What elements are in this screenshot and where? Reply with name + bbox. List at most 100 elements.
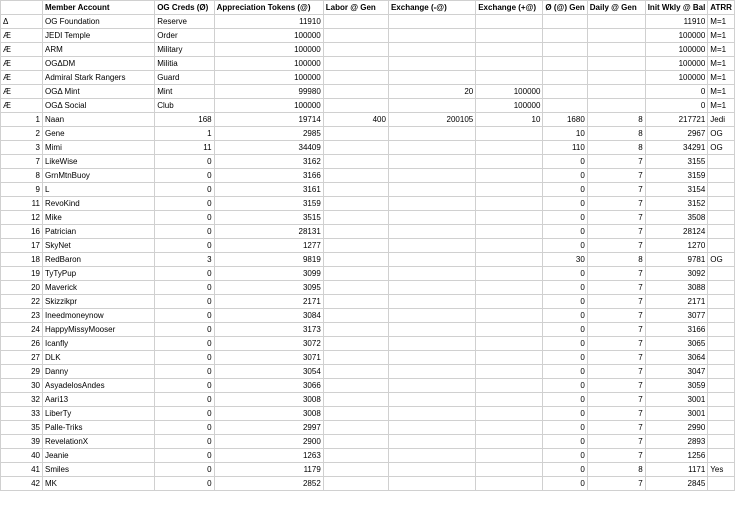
cell-exchange-minus[interactable] xyxy=(387,350,477,365)
cell-member-account[interactable]: Maverick xyxy=(41,280,156,295)
cell-og-creds[interactable]: Club xyxy=(154,98,215,113)
cell-daily-gen[interactable]: 8 xyxy=(586,112,646,127)
cell-og-creds[interactable]: 0 xyxy=(154,392,215,407)
cell-appreciation-tokens[interactable]: 1263 xyxy=(213,448,324,463)
cell-init-wkly-bal[interactable]: 2171 xyxy=(644,294,709,309)
cell-init-wkly-bal[interactable]: 3047 xyxy=(644,364,709,379)
cell-member-account[interactable]: RevoKind xyxy=(41,196,156,211)
cell-atrr[interactable]: OG xyxy=(707,140,735,155)
cell-member-account[interactable]: Jeanie xyxy=(41,448,156,463)
cell-member-account[interactable]: OGΔDM xyxy=(41,56,156,71)
cell-daily-gen[interactable]: 7 xyxy=(586,308,646,323)
cell-daily-gen[interactable] xyxy=(586,28,646,43)
cell-daily-gen[interactable]: 7 xyxy=(586,420,646,435)
cell-og-creds[interactable]: 1 xyxy=(154,126,215,141)
cell-o-gen[interactable]: 1680 xyxy=(542,112,588,127)
cell-o-gen[interactable]: 0 xyxy=(542,406,588,421)
cell-exchange-minus[interactable] xyxy=(387,266,477,281)
cell-exchange-minus[interactable]: 200105 xyxy=(387,112,477,127)
cell-member-account[interactable]: Gene xyxy=(41,126,156,141)
cell-exchange-minus[interactable] xyxy=(387,28,477,43)
header-exchange-plus[interactable]: Exchange (+@) xyxy=(475,0,544,15)
cell-exchange-plus[interactable] xyxy=(475,224,544,239)
cell-labor-gen[interactable] xyxy=(322,392,389,407)
cell-atrr[interactable]: M=1 xyxy=(707,70,735,85)
cell-member-account[interactable]: SkyNet xyxy=(41,238,156,253)
cell-appreciation-tokens[interactable]: 3084 xyxy=(213,308,324,323)
cell-atrr[interactable] xyxy=(707,350,735,365)
cell-exchange-minus[interactable] xyxy=(387,336,477,351)
cell-appreciation-tokens[interactable]: 100000 xyxy=(213,56,324,71)
cell-o-gen[interactable] xyxy=(542,70,588,85)
cell-appreciation-tokens[interactable]: 2997 xyxy=(213,420,324,435)
cell-daily-gen[interactable] xyxy=(586,70,646,85)
cell-daily-gen[interactable]: 8 xyxy=(586,140,646,155)
cell-member-account[interactable]: Palle-Triks xyxy=(41,420,156,435)
cell-o-gen[interactable] xyxy=(542,14,588,29)
cell-exchange-plus[interactable] xyxy=(475,28,544,43)
header-og-creds[interactable]: OG Creds (Ø) xyxy=(154,0,215,15)
cell-exchange-plus[interactable] xyxy=(475,308,544,323)
cell-appreciation-tokens[interactable]: 11910 xyxy=(213,14,324,29)
cell-daily-gen[interactable]: 7 xyxy=(586,196,646,211)
cell-init-wkly-bal[interactable]: 3508 xyxy=(644,210,709,225)
cell-labor-gen[interactable] xyxy=(322,98,389,113)
cell-labor-gen[interactable] xyxy=(322,406,389,421)
cell-o-gen[interactable]: 0 xyxy=(542,238,588,253)
cell-daily-gen[interactable]: 8 xyxy=(586,462,646,477)
cell-member-account[interactable]: ARM xyxy=(41,42,156,57)
cell-o-gen[interactable]: 0 xyxy=(542,322,588,337)
cell-atrr[interactable] xyxy=(707,336,735,351)
cell-member-account[interactable]: Skizzikpr xyxy=(41,294,156,309)
cell-init-wkly-bal[interactable]: 2845 xyxy=(644,476,709,491)
cell-atrr[interactable] xyxy=(707,406,735,421)
cell-exchange-plus[interactable] xyxy=(475,350,544,365)
cell-appreciation-tokens[interactable]: 2852 xyxy=(213,476,324,491)
cell-og-creds[interactable]: 0 xyxy=(154,364,215,379)
cell-atrr[interactable]: M=1 xyxy=(707,14,735,29)
cell-member-account[interactable]: Admiral Stark Rangers xyxy=(41,70,156,85)
cell-og-creds[interactable]: 0 xyxy=(154,196,215,211)
cell-row-index[interactable]: 32 xyxy=(0,392,43,407)
cell-exchange-minus[interactable] xyxy=(387,140,477,155)
cell-init-wkly-bal[interactable]: 100000 xyxy=(644,70,709,85)
cell-row-index[interactable]: 17 xyxy=(0,238,43,253)
cell-atrr[interactable]: Jedi xyxy=(707,112,735,127)
cell-o-gen[interactable] xyxy=(542,84,588,99)
cell-init-wkly-bal[interactable]: 100000 xyxy=(644,56,709,71)
cell-exchange-plus[interactable] xyxy=(475,126,544,141)
cell-exchange-plus[interactable] xyxy=(475,378,544,393)
cell-o-gen[interactable]: 0 xyxy=(542,210,588,225)
cell-labor-gen[interactable]: 400 xyxy=(322,112,389,127)
cell-exchange-plus[interactable] xyxy=(475,294,544,309)
cell-atrr[interactable] xyxy=(707,168,735,183)
cell-appreciation-tokens[interactable]: 3515 xyxy=(213,210,324,225)
cell-atrr[interactable] xyxy=(707,476,735,491)
cell-labor-gen[interactable] xyxy=(322,252,389,267)
cell-labor-gen[interactable] xyxy=(322,364,389,379)
cell-atrr[interactable] xyxy=(707,294,735,309)
cell-init-wkly-bal[interactable]: 3088 xyxy=(644,280,709,295)
cell-atrr[interactable]: OG xyxy=(707,126,735,141)
cell-appreciation-tokens[interactable]: 3008 xyxy=(213,406,324,421)
cell-appreciation-tokens[interactable]: 3072 xyxy=(213,336,324,351)
cell-member-account[interactable]: MK xyxy=(41,476,156,491)
cell-o-gen[interactable]: 0 xyxy=(542,364,588,379)
cell-init-wkly-bal[interactable]: 3064 xyxy=(644,350,709,365)
cell-labor-gen[interactable] xyxy=(322,28,389,43)
cell-o-gen[interactable] xyxy=(542,42,588,57)
cell-exchange-minus[interactable] xyxy=(387,420,477,435)
cell-atrr[interactable] xyxy=(707,224,735,239)
cell-atrr[interactable] xyxy=(707,238,735,253)
cell-row-index[interactable]: 3 xyxy=(0,140,43,155)
cell-atrr[interactable] xyxy=(707,280,735,295)
cell-labor-gen[interactable] xyxy=(322,266,389,281)
cell-exchange-minus[interactable] xyxy=(387,98,477,113)
cell-og-creds[interactable]: 0 xyxy=(154,238,215,253)
cell-appreciation-tokens[interactable]: 3008 xyxy=(213,392,324,407)
cell-appreciation-tokens[interactable]: 100000 xyxy=(213,28,324,43)
cell-row-index[interactable]: 2 xyxy=(0,126,43,141)
cell-exchange-minus[interactable] xyxy=(387,252,477,267)
cell-exchange-plus[interactable] xyxy=(475,266,544,281)
cell-atrr[interactable]: M=1 xyxy=(707,56,735,71)
